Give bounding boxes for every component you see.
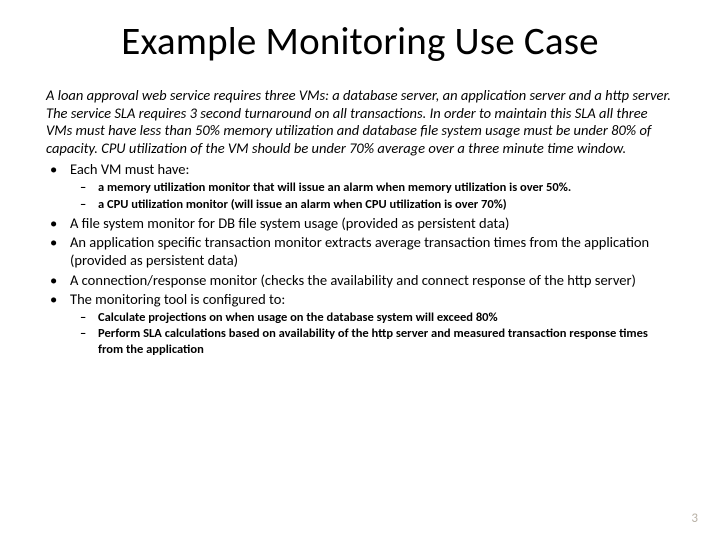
list-item-text: Each VM must have: bbox=[70, 160, 189, 178]
list-item: An application specific transaction moni… bbox=[46, 233, 674, 269]
list-item-text: The monitoring tool is configured to: bbox=[70, 290, 285, 308]
slide-title: Example Monitoring Use Case bbox=[46, 18, 674, 65]
list-item: A connection/response monitor (checks th… bbox=[46, 271, 674, 289]
list-item: A file system monitor for DB file system… bbox=[46, 214, 674, 232]
intro-paragraph: A loan approval web service requires thr… bbox=[46, 87, 674, 158]
page-number: 3 bbox=[691, 511, 698, 526]
list-item: The monitoring tool is configured to: Ca… bbox=[46, 290, 674, 358]
bullet-list: Each VM must have: a memory utilization … bbox=[46, 160, 674, 358]
sub-list-item: Perform SLA calculations based on availa… bbox=[70, 326, 674, 357]
sub-list-item: a memory utilization monitor that will i… bbox=[70, 180, 674, 196]
list-item: Each VM must have: a memory utilization … bbox=[46, 160, 674, 212]
sub-list: a memory utilization monitor that will i… bbox=[70, 180, 674, 212]
sub-list-item: a CPU utilization monitor (will issue an… bbox=[70, 197, 674, 213]
sub-list-item: Calculate projections on when usage on t… bbox=[70, 310, 674, 326]
sub-list: Calculate projections on when usage on t… bbox=[70, 310, 674, 358]
